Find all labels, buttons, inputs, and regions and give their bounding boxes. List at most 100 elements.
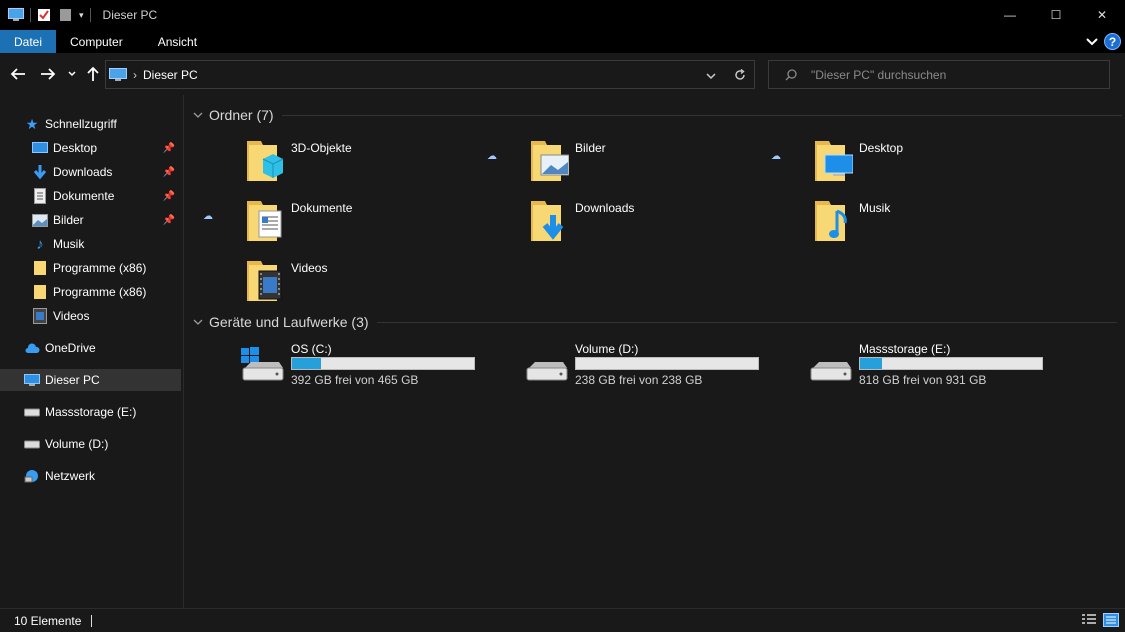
search-box[interactable]: "Dieser PC" durchsuchen: [768, 60, 1110, 89]
sidebar-item-programme-x86[interactable]: Programme (x86): [0, 257, 181, 279]
close-button[interactable]: ✕: [1079, 0, 1125, 30]
search-placeholder: "Dieser PC" durchsuchen: [811, 67, 947, 82]
sidebar-item-onedrive[interactable]: OneDrive: [0, 337, 181, 359]
folders-group-header[interactable]: Ordner (7): [193, 107, 1122, 123]
drive-name: Volume (D:): [575, 342, 639, 356]
drive-icon: [810, 362, 852, 381]
breadcrumb-separator[interactable]: ›: [133, 68, 137, 82]
network-icon: [24, 468, 40, 484]
pictures-folder-icon: [531, 141, 569, 181]
sidebar-item-dokumente[interactable]: Dokumente 📌: [0, 185, 181, 207]
window-title: Dieser PC: [102, 8, 158, 22]
folder-tile-videos[interactable]: Videos: [245, 257, 505, 309]
quick-access-separator: [30, 8, 31, 22]
music-folder-icon: [815, 201, 847, 241]
customize-quick-access-icon[interactable]: ▾: [79, 10, 84, 21]
folder-name: Musik: [859, 201, 891, 215]
breadcrumb-dieser-pc[interactable]: Dieser PC: [143, 68, 198, 82]
folder-tile-dokumente[interactable]: Dokumente: [245, 197, 505, 249]
video-icon: [32, 308, 48, 324]
help-button[interactable]: ?: [1104, 33, 1121, 50]
downloads-folder-icon: [531, 201, 564, 241]
properties-icon[interactable]: [37, 8, 51, 22]
sidebar-item-desktop[interactable]: Desktop 📌: [0, 137, 181, 159]
expand-ribbon-icon[interactable]: [1086, 37, 1098, 47]
sidebar-item-netzwerk[interactable]: Netzwerk: [0, 465, 181, 487]
drive-tile-os-c[interactable]: OS (C:) 392 GB frei von 465 GB: [241, 342, 511, 388]
computer-icon: [109, 67, 127, 81]
pin-icon[interactable]: 📌: [163, 143, 175, 154]
pin-icon[interactable]: 📌: [163, 167, 175, 178]
folder-tile-bilder[interactable]: Bilder: [529, 137, 789, 189]
sidebar-item-massstorage[interactable]: Massstorage (E:): [0, 401, 181, 423]
drive-icon: [526, 362, 568, 381]
sidebar-item-label: Dokumente: [53, 189, 115, 203]
recent-locations-icon[interactable]: [68, 71, 76, 77]
details-view-icon[interactable]: [1081, 613, 1097, 627]
sidebar-item-label: Desktop: [53, 141, 98, 155]
sidebar-item-downloads[interactable]: Downloads 📌: [0, 161, 181, 183]
forward-arrow-icon[interactable]: [40, 67, 56, 81]
sidebar-item-quick-access[interactable]: ★ Schnellzugriff: [0, 113, 181, 135]
sidebar-item-label: Videos: [53, 309, 90, 323]
address-bar[interactable]: › Dieser PC: [105, 60, 755, 89]
sidebar-item-label: Schnellzugriff: [45, 117, 117, 131]
sidebar-item-label: Bilder: [53, 213, 84, 227]
pictures-icon: [32, 212, 48, 228]
sidebar-item-programme-x86-2[interactable]: Programme (x86): [0, 281, 181, 303]
folder-tile-3d-objekte[interactable]: 3D-Objekte: [245, 137, 505, 189]
sidebar-item-musik[interactable]: ♪ Musik: [0, 233, 181, 255]
pin-icon[interactable]: 📌: [163, 191, 175, 202]
drive-icon: [24, 404, 40, 420]
address-dropdown-icon[interactable]: [706, 72, 716, 80]
drives-group-header[interactable]: Geräte und Laufwerke (3): [193, 314, 1117, 330]
sidebar-item-label: Programme (x86): [53, 285, 147, 299]
refresh-icon[interactable]: [734, 69, 746, 81]
large-icons-view-icon[interactable]: [1103, 613, 1119, 627]
title-bar: ▾ Dieser PC — ☐ ✕: [0, 0, 1125, 30]
sidebar-item-volume-d[interactable]: Volume (D:): [0, 433, 181, 455]
new-folder-icon[interactable]: [59, 8, 73, 22]
tab-computer[interactable]: Computer: [56, 30, 136, 53]
tab-datei[interactable]: Datei: [0, 30, 56, 53]
status-bar: 10 Elemente: [0, 608, 1125, 632]
up-arrow-icon[interactable]: [86, 66, 100, 82]
folder-name: Videos: [291, 261, 328, 275]
desktop-folder-icon: [815, 141, 853, 181]
drive-tile-massstorage-e[interactable]: Massstorage (E:) 818 GB frei von 931 GB: [809, 342, 1079, 388]
title-separator: [89, 8, 91, 22]
search-icon: [785, 68, 797, 80]
tab-ansicht[interactable]: Ansicht: [136, 30, 210, 53]
minimize-button[interactable]: —: [987, 0, 1033, 30]
sidebar-item-dieser-pc[interactable]: Dieser PC: [0, 369, 181, 391]
drives-group-title: Geräte und Laufwerke (3): [209, 314, 369, 330]
sidebar-item-bilder[interactable]: Bilder 📌: [0, 209, 181, 231]
drive-free-space: 238 GB frei von 238 GB: [575, 373, 703, 387]
chevron-down-icon[interactable]: [193, 112, 203, 119]
folder-tile-desktop[interactable]: Desktop: [813, 137, 1073, 189]
computer-icon: [8, 8, 24, 21]
folder-tile-downloads[interactable]: Downloads: [529, 197, 789, 249]
music-icon: ♪: [36, 235, 44, 253]
ribbon-tabs: Datei Computer Ansicht ?: [0, 30, 1125, 53]
sidebar-item-videos[interactable]: Videos: [0, 305, 181, 327]
folder-name: Desktop: [859, 141, 904, 155]
navigation-pane: ★ Schnellzugriff Desktop 📌 Downloads 📌 D…: [0, 95, 184, 608]
back-arrow-icon[interactable]: [10, 67, 26, 81]
drive-icon: [24, 436, 40, 452]
pin-icon[interactable]: 📌: [163, 215, 175, 226]
cloud-sync-icon: ☁: [203, 211, 213, 222]
maximize-button[interactable]: ☐: [1033, 0, 1079, 30]
item-count: 10 Elemente: [14, 613, 82, 628]
group-divider: [376, 321, 1117, 323]
drive-free-space: 818 GB frei von 931 GB: [859, 373, 987, 387]
folder-name: Downloads: [575, 201, 635, 215]
videos-folder-icon: [247, 261, 282, 301]
drive-tile-volume-d[interactable]: Volume (D:) 238 GB frei von 238 GB: [525, 342, 795, 388]
folder-name: 3D-Objekte: [291, 141, 352, 155]
cloud-icon: [24, 340, 40, 356]
document-icon: [32, 188, 48, 204]
chevron-down-icon[interactable]: [193, 319, 203, 326]
folder-tile-musik[interactable]: Musik: [813, 197, 1073, 249]
desktop-icon: [32, 140, 48, 156]
